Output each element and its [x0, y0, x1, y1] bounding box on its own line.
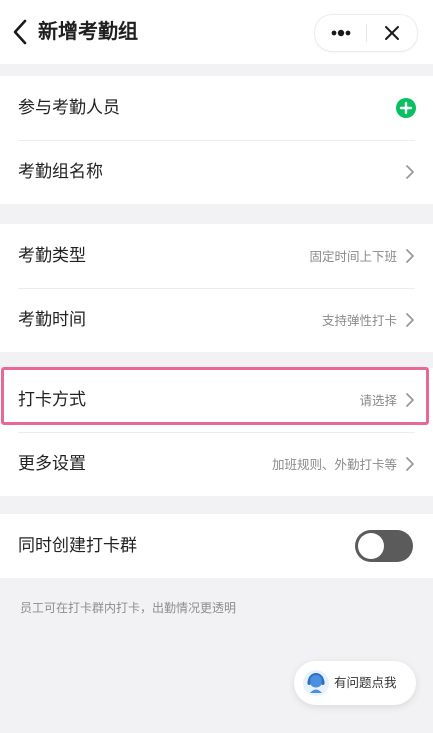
chevron-right-icon [406, 165, 414, 179]
chevron-right-icon [406, 393, 414, 407]
help-button[interactable]: 有问题点我 [294, 661, 416, 705]
schedule-group: 考勤类型 固定时间上下班 考勤时间 支持弹性打卡 [0, 224, 433, 352]
chevron-right-icon [406, 313, 414, 327]
attendance-time-row[interactable]: 考勤时间 支持弹性打卡 [0, 288, 433, 352]
toggle-knob [358, 533, 384, 559]
members-label: 参与考勤人员 [18, 98, 120, 118]
members-row[interactable]: 参与考勤人员 [0, 76, 433, 140]
top-bar: 新增考勤组 [0, 0, 433, 64]
create-group-toggle[interactable] [355, 530, 413, 562]
clock-in-method-value: 请选择 [359, 393, 397, 408]
create-clock-in-group-row: 同时创建打卡群 [0, 514, 433, 578]
capsule-divider [366, 24, 367, 42]
attendance-type-value: 固定时间上下班 [309, 249, 397, 264]
attendance-type-label: 考勤类型 [18, 246, 86, 266]
clock-in-method-row[interactable]: 打卡方式 请选择 [0, 368, 433, 432]
close-icon[interactable] [383, 24, 401, 42]
mini-program-capsule [314, 14, 418, 52]
page-title: 新增考勤组 [38, 19, 138, 43]
attendance-time-label: 考勤时间 [18, 310, 86, 330]
method-group: 打卡方式 请选择 更多设置 加班规则、外勤打卡等 [0, 368, 433, 496]
chevron-right-icon [406, 249, 414, 263]
plus-circle-icon[interactable] [395, 97, 417, 119]
create-group-section: 同时创建打卡群 [0, 514, 433, 578]
group-name-row[interactable]: 考勤组名称 [0, 140, 433, 204]
attendance-time-value: 支持弹性打卡 [321, 313, 397, 328]
chevron-left-icon[interactable] [10, 18, 30, 46]
chevron-right-icon [406, 457, 414, 471]
ellipsis-icon[interactable] [329, 26, 353, 40]
attendance-type-row[interactable]: 考勤类型 固定时间上下班 [0, 224, 433, 288]
support-avatar-icon [303, 670, 329, 696]
group-name-label: 考勤组名称 [18, 162, 103, 182]
create-group-hint: 员工可在打卡群内打卡，出勤情况更透明 [20, 601, 237, 615]
members-group: 参与考勤人员 考勤组名称 [0, 76, 433, 204]
more-settings-row[interactable]: 更多设置 加班规则、外勤打卡等 [0, 432, 433, 496]
create-clock-in-group-label: 同时创建打卡群 [18, 536, 137, 556]
help-label: 有问题点我 [334, 675, 397, 690]
clock-in-method-label: 打卡方式 [18, 390, 86, 410]
more-settings-value: 加班规则、外勤打卡等 [271, 457, 397, 472]
more-settings-label: 更多设置 [18, 454, 86, 474]
